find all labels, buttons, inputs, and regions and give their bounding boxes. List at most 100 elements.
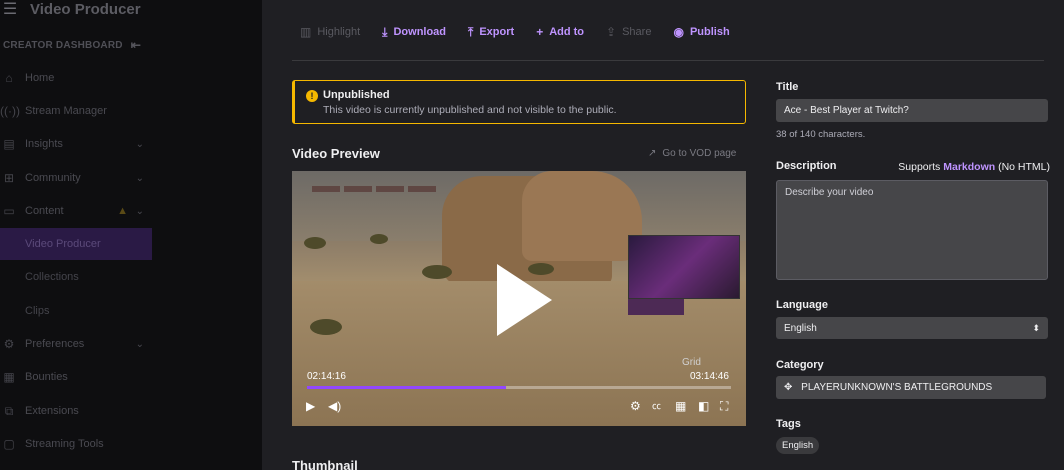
sidebar-item-label: Streaming Tools — [25, 438, 104, 450]
supports-prefix: Supports — [898, 161, 941, 173]
banner-description: This video is currently unpublished and … — [323, 104, 617, 116]
chevron-down-icon: ⌄ — [135, 138, 144, 150]
title-input[interactable]: Ace - Best Player at Twitch? — [776, 99, 1048, 122]
publish-button[interactable]: ◉ Publish — [673, 25, 729, 39]
thumbnail-title: Thumbnail — [292, 458, 358, 470]
language-select-value: English — [784, 323, 817, 334]
bounties-icon: ▦ — [3, 370, 15, 384]
settings-gear-icon[interactable]: ⚙ — [630, 399, 641, 413]
sidebar-item-home[interactable]: ⌂ Home — [0, 62, 152, 94]
title-input-value: Ace - Best Player at Twitch? — [784, 105, 909, 116]
closed-captions-icon[interactable]: ㏄ — [652, 399, 661, 413]
sidebar-item-bounties[interactable]: ▦ Bounties — [0, 361, 152, 393]
unpublished-banner: ! Unpublished This video is currently un… — [292, 80, 746, 124]
clip-icon[interactable]: ▦ — [675, 399, 686, 413]
eye-icon: ◉ — [673, 25, 684, 39]
sidebar-subitem-collections[interactable]: Collections — [0, 261, 152, 293]
markdown-support-note: Supports Markdown (No HTML) — [898, 161, 1050, 173]
add-to-label: Add to — [549, 26, 585, 38]
markdown-link[interactable]: Markdown — [943, 161, 995, 173]
sidebar-item-label: Extensions — [25, 405, 79, 417]
sidebar-item-label: Community — [25, 172, 81, 184]
warning-icon: ! — [306, 90, 318, 102]
community-icon: ⊞ — [3, 171, 15, 185]
highlight-button[interactable]: ▥ Highlight — [300, 25, 360, 39]
external-link-icon: ↗ — [648, 148, 657, 159]
extensions-icon: ⧉ — [4, 403, 14, 418]
export-icon: ⤒ — [468, 24, 474, 39]
content-icon: ▭ — [3, 204, 15, 218]
category-value: PLAYERUNKNOWN'S BATTLEGROUNDS — [801, 382, 993, 393]
sidebar-item-streaming-tools[interactable]: ▢ Streaming Tools — [0, 428, 152, 460]
chevron-up-icon: ⌄ — [135, 205, 144, 217]
volume-icon[interactable]: ◀) — [328, 399, 341, 413]
sidebar-subitem-label: Clips — [25, 305, 50, 317]
sidebar-item-content[interactable]: ▭ Content ▲ ⌄ — [0, 195, 152, 227]
toolbar-divider — [292, 60, 1044, 61]
category-label: Category — [776, 359, 824, 371]
theatre-mode-icon[interactable]: ◧ — [698, 399, 709, 413]
current-time: 02:14:16 — [307, 371, 346, 382]
play-icon[interactable] — [497, 264, 552, 336]
insights-icon: ▤ — [3, 137, 15, 151]
description-placeholder: Describe your video — [785, 187, 874, 198]
seek-bar[interactable] — [307, 386, 731, 389]
video-frame-bush — [304, 237, 326, 249]
tools-icon: ▢ — [3, 437, 15, 451]
streamer-webcam — [628, 235, 740, 299]
game-hud — [312, 179, 732, 192]
share-label: Share — [622, 26, 652, 38]
sidebar-subitem-video-producer[interactable]: Video Producer — [0, 228, 152, 260]
vod-link-label: Go to VOD page — [662, 148, 737, 159]
streamer-webcam-strip — [628, 299, 684, 315]
broadcast-icon: ((·)) — [0, 104, 20, 118]
gear-icon: ⚙ — [3, 337, 15, 351]
video-preview-title: Video Preview — [292, 146, 380, 161]
sidebar-item-label: Preferences — [25, 338, 85, 350]
play-control-icon[interactable]: ▶ — [306, 399, 315, 413]
sidebar-subitem-clips[interactable]: Clips — [0, 295, 152, 327]
main-content: ▥ Highlight ⤓ Download ⤒ Export + Add to… — [262, 0, 1064, 470]
download-button[interactable]: ⤓ Download — [382, 25, 446, 40]
banner-title: Unpublished — [323, 89, 390, 101]
section-header-label: CREATOR DASHBOARD — [3, 39, 123, 51]
download-label: Download — [393, 26, 447, 38]
tag-chip[interactable]: English — [776, 437, 820, 454]
language-select[interactable]: English ⬍ — [776, 317, 1048, 339]
sidebar-item-label: Insights — [25, 138, 63, 150]
sidebar-item-insights[interactable]: ▤ Insights ⌄ — [0, 128, 152, 160]
video-player[interactable]: Grid 02:14:16 03:14:46 ▶ ◀) ⚙ ㏄ ▦ ◧ ⛶ — [292, 171, 746, 426]
sidebar-item-preferences[interactable]: ⚙ Preferences ⌄ — [0, 328, 152, 360]
chevron-down-icon: ⌄ — [135, 172, 144, 184]
sidebar-item-extensions[interactable]: ⧉ Extensions — [0, 395, 152, 427]
sidebar-item-label: Content — [25, 205, 64, 217]
sidebar-item-label: Home — [25, 72, 55, 84]
share-icon: ⇪ — [606, 25, 617, 39]
fullscreen-icon[interactable]: ⛶ — [720, 399, 728, 413]
video-toolbar: ▥ Highlight ⤓ Download ⤒ Export + Add to… — [300, 22, 752, 42]
add-to-button[interactable]: + Add to — [536, 25, 584, 39]
export-label: Export — [479, 26, 515, 38]
go-to-vod-link[interactable]: ↗ Go to VOD page — [648, 148, 736, 159]
warning-icon: ▲ — [117, 205, 128, 217]
description-textarea[interactable]: Describe your video — [776, 180, 1048, 280]
video-frame-bush — [310, 319, 342, 335]
app-title: Video Producer — [30, 0, 141, 18]
sidebar-brand: ☰ Video Producer — [0, 0, 141, 20]
highlight-icon: ▥ — [300, 25, 312, 39]
sidebar-item-label: Bounties — [25, 371, 68, 383]
seek-bar-fill — [307, 386, 507, 389]
hamburger-menu-icon[interactable]: ☰ — [0, 0, 20, 20]
sidebar-item-community[interactable]: ⊞ Community ⌄ — [0, 162, 152, 194]
title-label: Title — [776, 81, 799, 93]
collapse-sidebar-icon[interactable]: ⇤ — [131, 38, 141, 52]
plus-icon: + — [536, 25, 544, 39]
creator-dashboard-header: CREATOR DASHBOARD ⇤ — [3, 38, 141, 52]
category-input[interactable]: ✥ PLAYERUNKNOWN'S BATTLEGROUNDS — [776, 376, 1046, 399]
share-button[interactable]: ⇪ Share — [606, 25, 651, 39]
export-button[interactable]: ⤒ Export — [468, 25, 514, 40]
video-overlay-text: Grid — [682, 357, 701, 368]
game-controller-icon: ✥ — [784, 382, 793, 393]
sidebar-item-stream-manager[interactable]: ((·)) Stream Manager — [0, 95, 152, 127]
description-label: Description — [776, 160, 837, 172]
